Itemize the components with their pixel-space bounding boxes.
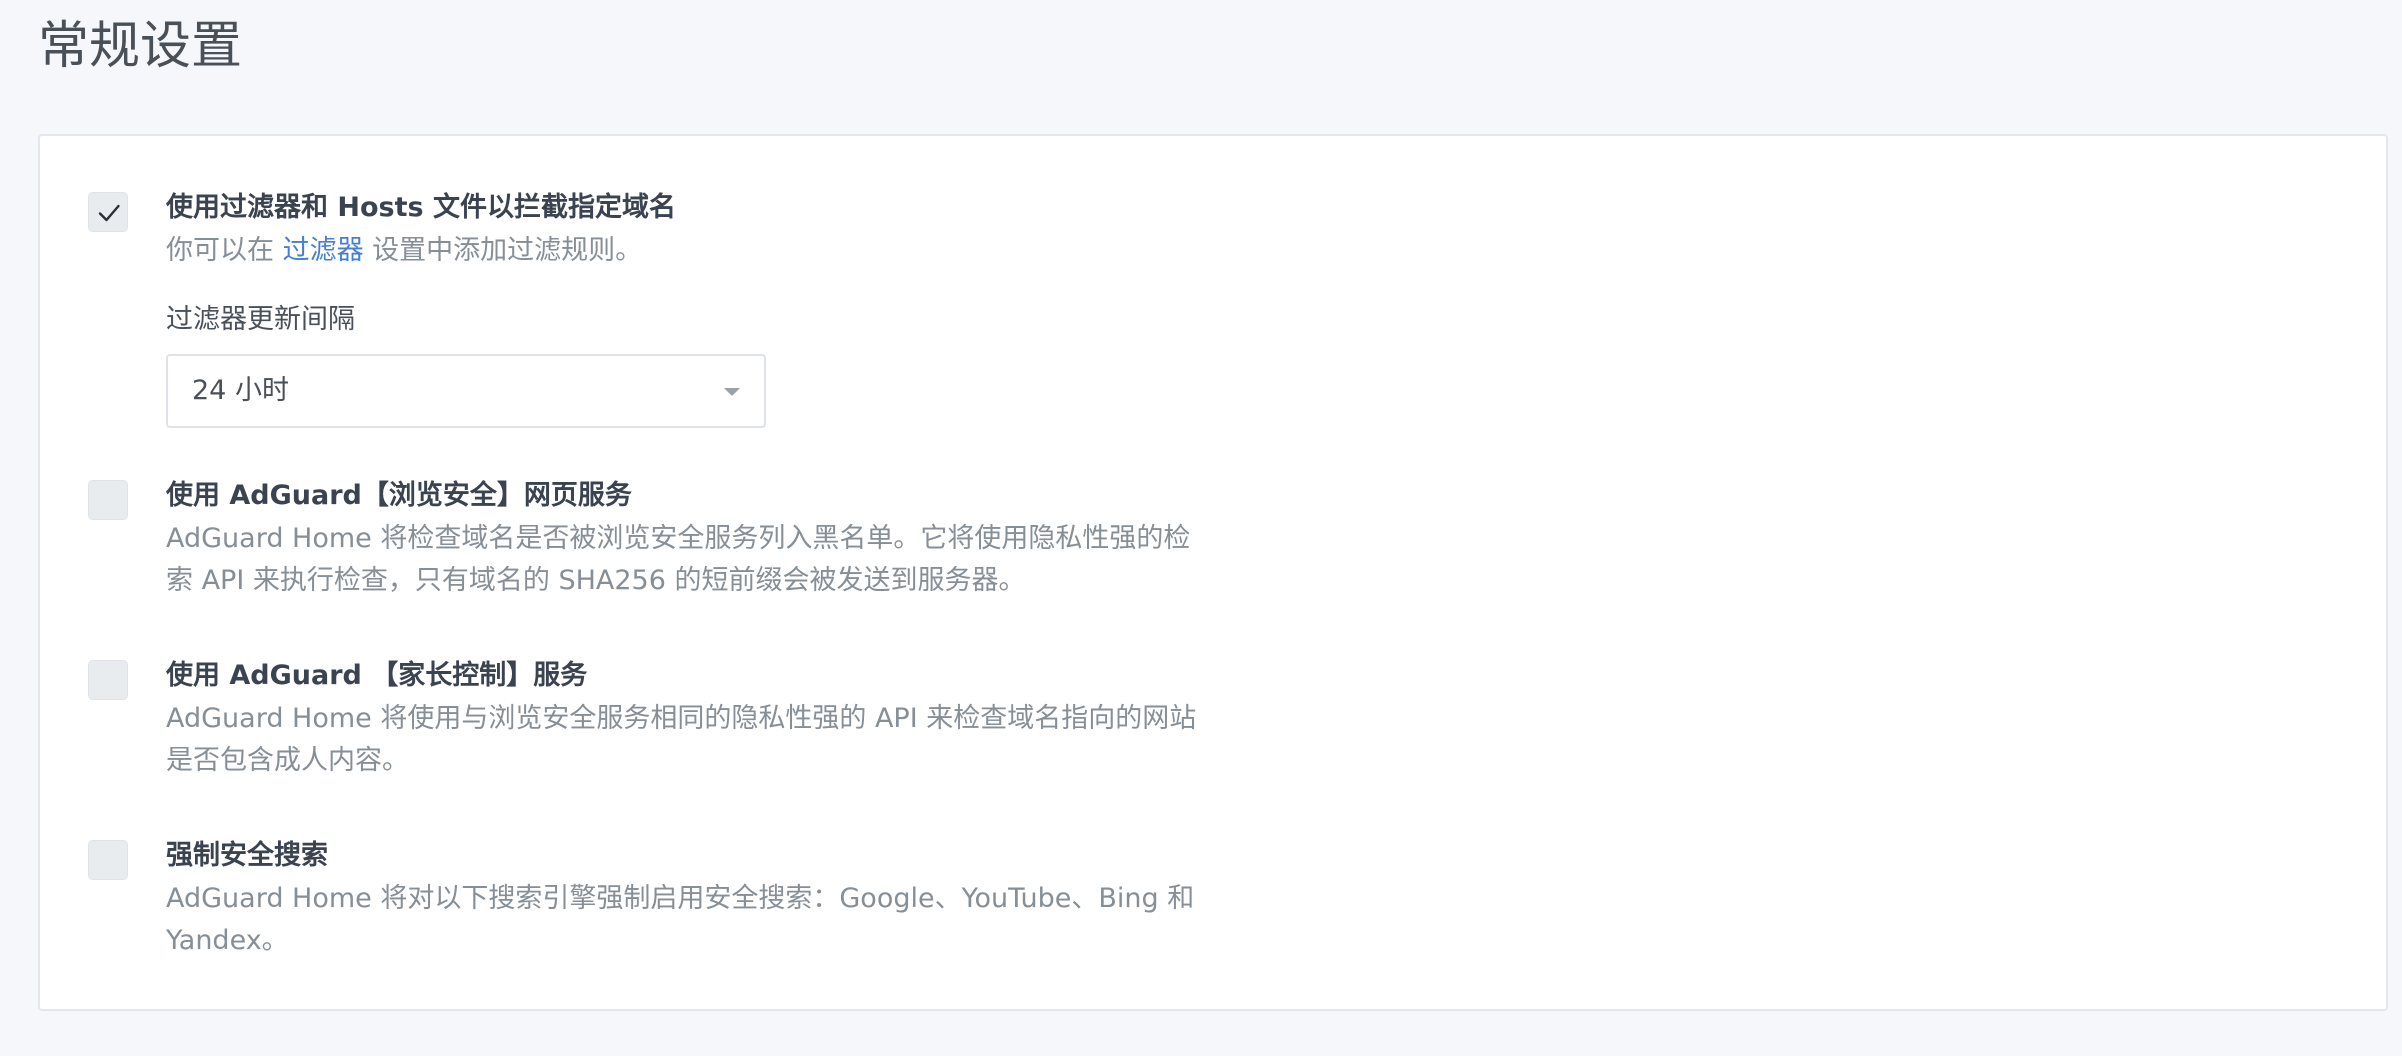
safe-search-text: 强制安全搜索 AdGuard Home 将对以下搜索引擎强制启用安全搜索：Goo… [166, 836, 1206, 962]
safebrowsing-title: 使用 AdGuard【浏览安全】网页服务 [166, 480, 632, 511]
parental-control-description: AdGuard Home 将使用与浏览安全服务相同的隐私性强的 API 来检查域… [166, 703, 1197, 776]
parental-control-checkbox[interactable] [88, 660, 128, 700]
filtering-description: 你可以在 过滤器 设置中添加过滤规则。 [166, 230, 1206, 272]
parental-control-text: 使用 AdGuard 【家长控制】服务 AdGuard Home 将使用与浏览安… [166, 656, 1206, 782]
update-interval-label: 过滤器更新间隔 [166, 304, 355, 335]
safebrowsing-text: 使用 AdGuard【浏览安全】网页服务 AdGuard Home 将检查域名是… [166, 476, 1206, 602]
page-title: 常规设置 [38, 17, 243, 76]
safebrowsing-description: AdGuard Home 将检查域名是否被浏览安全服务列入黑名单。它将使用隐私性… [166, 523, 1191, 596]
general-settings-card: 使用过滤器和 Hosts 文件以拦截指定域名 你可以在 过滤器 设置中添加过滤规… [38, 134, 2388, 1011]
update-interval-select[interactable]: 24 小时 [166, 354, 766, 428]
filtering-checkbox[interactable] [88, 192, 128, 232]
safe-search-checkbox[interactable] [88, 840, 128, 880]
filtering-desc-prefix: 你可以在 [166, 235, 283, 266]
filtering-desc-suffix: 设置中添加过滤规则。 [363, 235, 643, 266]
check-icon [98, 204, 120, 222]
safebrowsing-checkbox[interactable] [88, 480, 128, 520]
filtering-title: 使用过滤器和 Hosts 文件以拦截指定域名 [166, 192, 676, 223]
filters-link[interactable]: 过滤器 [283, 235, 364, 266]
update-interval-value: 24 小时 [192, 375, 289, 406]
settings-page: 常规设置 使用过滤器和 Hosts 文件以拦截指定域名 你可以在 过滤器 设置中… [0, 0, 2402, 1056]
safe-search-description: AdGuard Home 将对以下搜索引擎强制启用安全搜索：Google、You… [166, 883, 1195, 956]
parental-control-title: 使用 AdGuard 【家长控制】服务 [166, 660, 588, 691]
filtering-text: 使用过滤器和 Hosts 文件以拦截指定域名 你可以在 过滤器 设置中添加过滤规… [166, 188, 1206, 272]
safe-search-title: 强制安全搜索 [166, 840, 328, 871]
caret-down-icon [724, 388, 740, 396]
